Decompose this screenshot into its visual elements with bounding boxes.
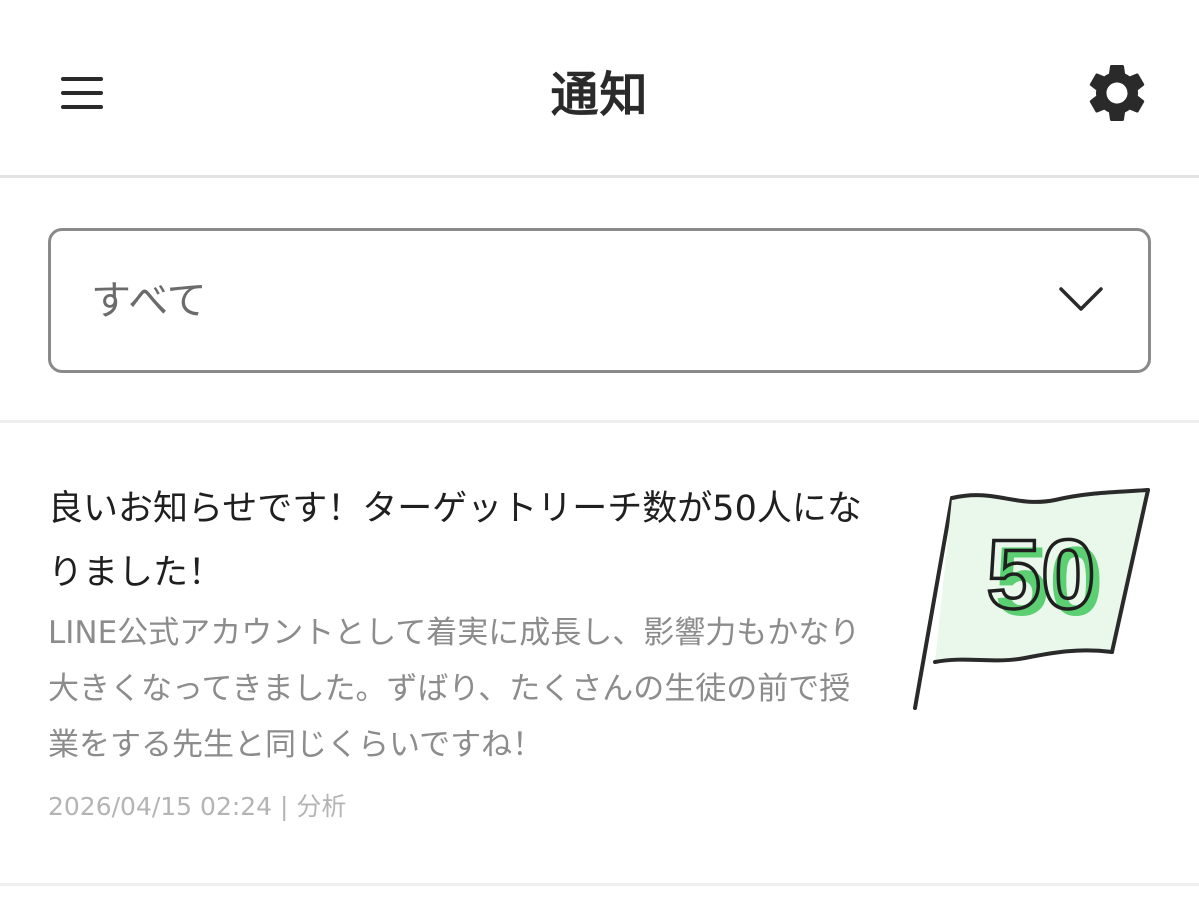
top-bar: 通知 [0,0,1199,178]
flag-number: 50 [986,519,1095,629]
notification-meta: 2026/04/15 02:24 | 分析 [48,787,346,827]
settings-button[interactable] [1082,58,1152,128]
notification-timestamp: 2026/04/15 02:24 [48,792,273,821]
chevron-down-icon [1059,287,1103,311]
notification-body: LINE公式アカウントとして着実に成長し、影響力もかなり大きくなってきました。ず… [48,615,861,763]
notification-title: 良いお知らせです！ターゲットリーチ数が50人になりました！ [48,489,862,593]
flag-icon: 50 50 [913,488,1150,710]
filter-selected-value: すべて [91,278,207,324]
section-divider [0,420,1199,423]
gear-icon [1089,65,1145,121]
meta-separator: | [272,792,297,821]
page-title: 通知 [550,67,649,123]
category-filter-select[interactable]: すべて [48,228,1151,373]
section-divider-bottom [0,883,1199,886]
notification-category: 分析 [296,792,347,821]
notification-item[interactable]: 良いお知らせです！ターゲットリーチ数が50人になりました！ LINE公式アカウン… [0,425,1199,883]
